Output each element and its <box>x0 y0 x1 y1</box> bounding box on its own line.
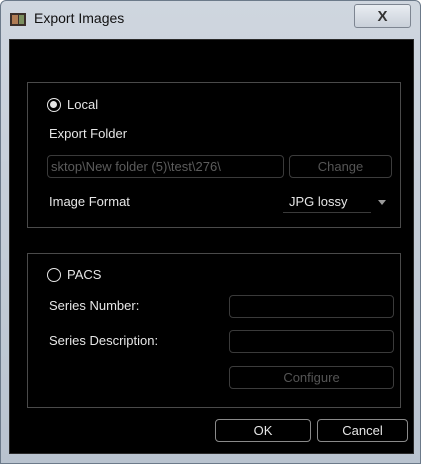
title-bar[interactable]: Export Images X <box>1 1 420 35</box>
series-number-label: Series Number: <box>49 298 140 313</box>
chevron-down-icon[interactable] <box>378 200 386 205</box>
configure-button[interactable]: Configure <box>229 366 394 389</box>
local-radio[interactable] <box>47 98 61 112</box>
ok-button[interactable]: OK <box>215 419 311 442</box>
export-folder-label: Export Folder <box>49 126 128 141</box>
close-icon: X <box>377 7 388 25</box>
export-folder-field[interactable]: sktop\New folder (5)\test\276\ <box>47 155 284 178</box>
window-title: Export Images <box>34 10 125 26</box>
export-images-window: Export Images X Local Export Folder skto… <box>0 0 421 464</box>
pacs-radio-label[interactable]: PACS <box>67 267 101 282</box>
image-format-value: JPG lossy <box>289 194 348 209</box>
cancel-button[interactable]: Cancel <box>317 419 408 442</box>
series-number-field[interactable] <box>229 295 394 318</box>
series-description-label: Series Description: <box>49 333 159 348</box>
image-format-select[interactable]: JPG lossy <box>283 193 371 213</box>
export-app-icon <box>10 13 26 26</box>
local-radio-label[interactable]: Local <box>67 97 98 112</box>
change-button[interactable]: Change <box>289 155 392 178</box>
close-button[interactable]: X <box>354 4 411 28</box>
image-format-label: Image Format <box>49 194 130 209</box>
pacs-radio[interactable] <box>47 268 61 282</box>
series-description-field[interactable] <box>229 330 394 353</box>
